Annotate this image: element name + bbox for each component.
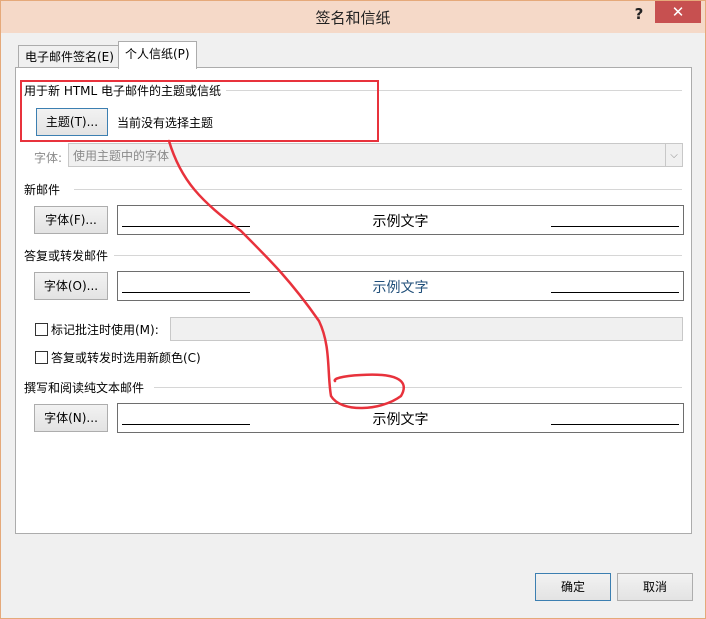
ok-button[interactable]: 确定 bbox=[535, 573, 611, 601]
tab-personal-stationery[interactable]: 个人信纸(P) bbox=[118, 41, 197, 69]
dialog-window: 签名和信纸 ? ✕ 电子邮件签名(E) 个人信纸(P) 用于新 HTML 电子邮… bbox=[0, 0, 706, 619]
cancel-button[interactable]: 取消 bbox=[617, 573, 693, 601]
annotation-arrow-stroke bbox=[167, 139, 405, 410]
